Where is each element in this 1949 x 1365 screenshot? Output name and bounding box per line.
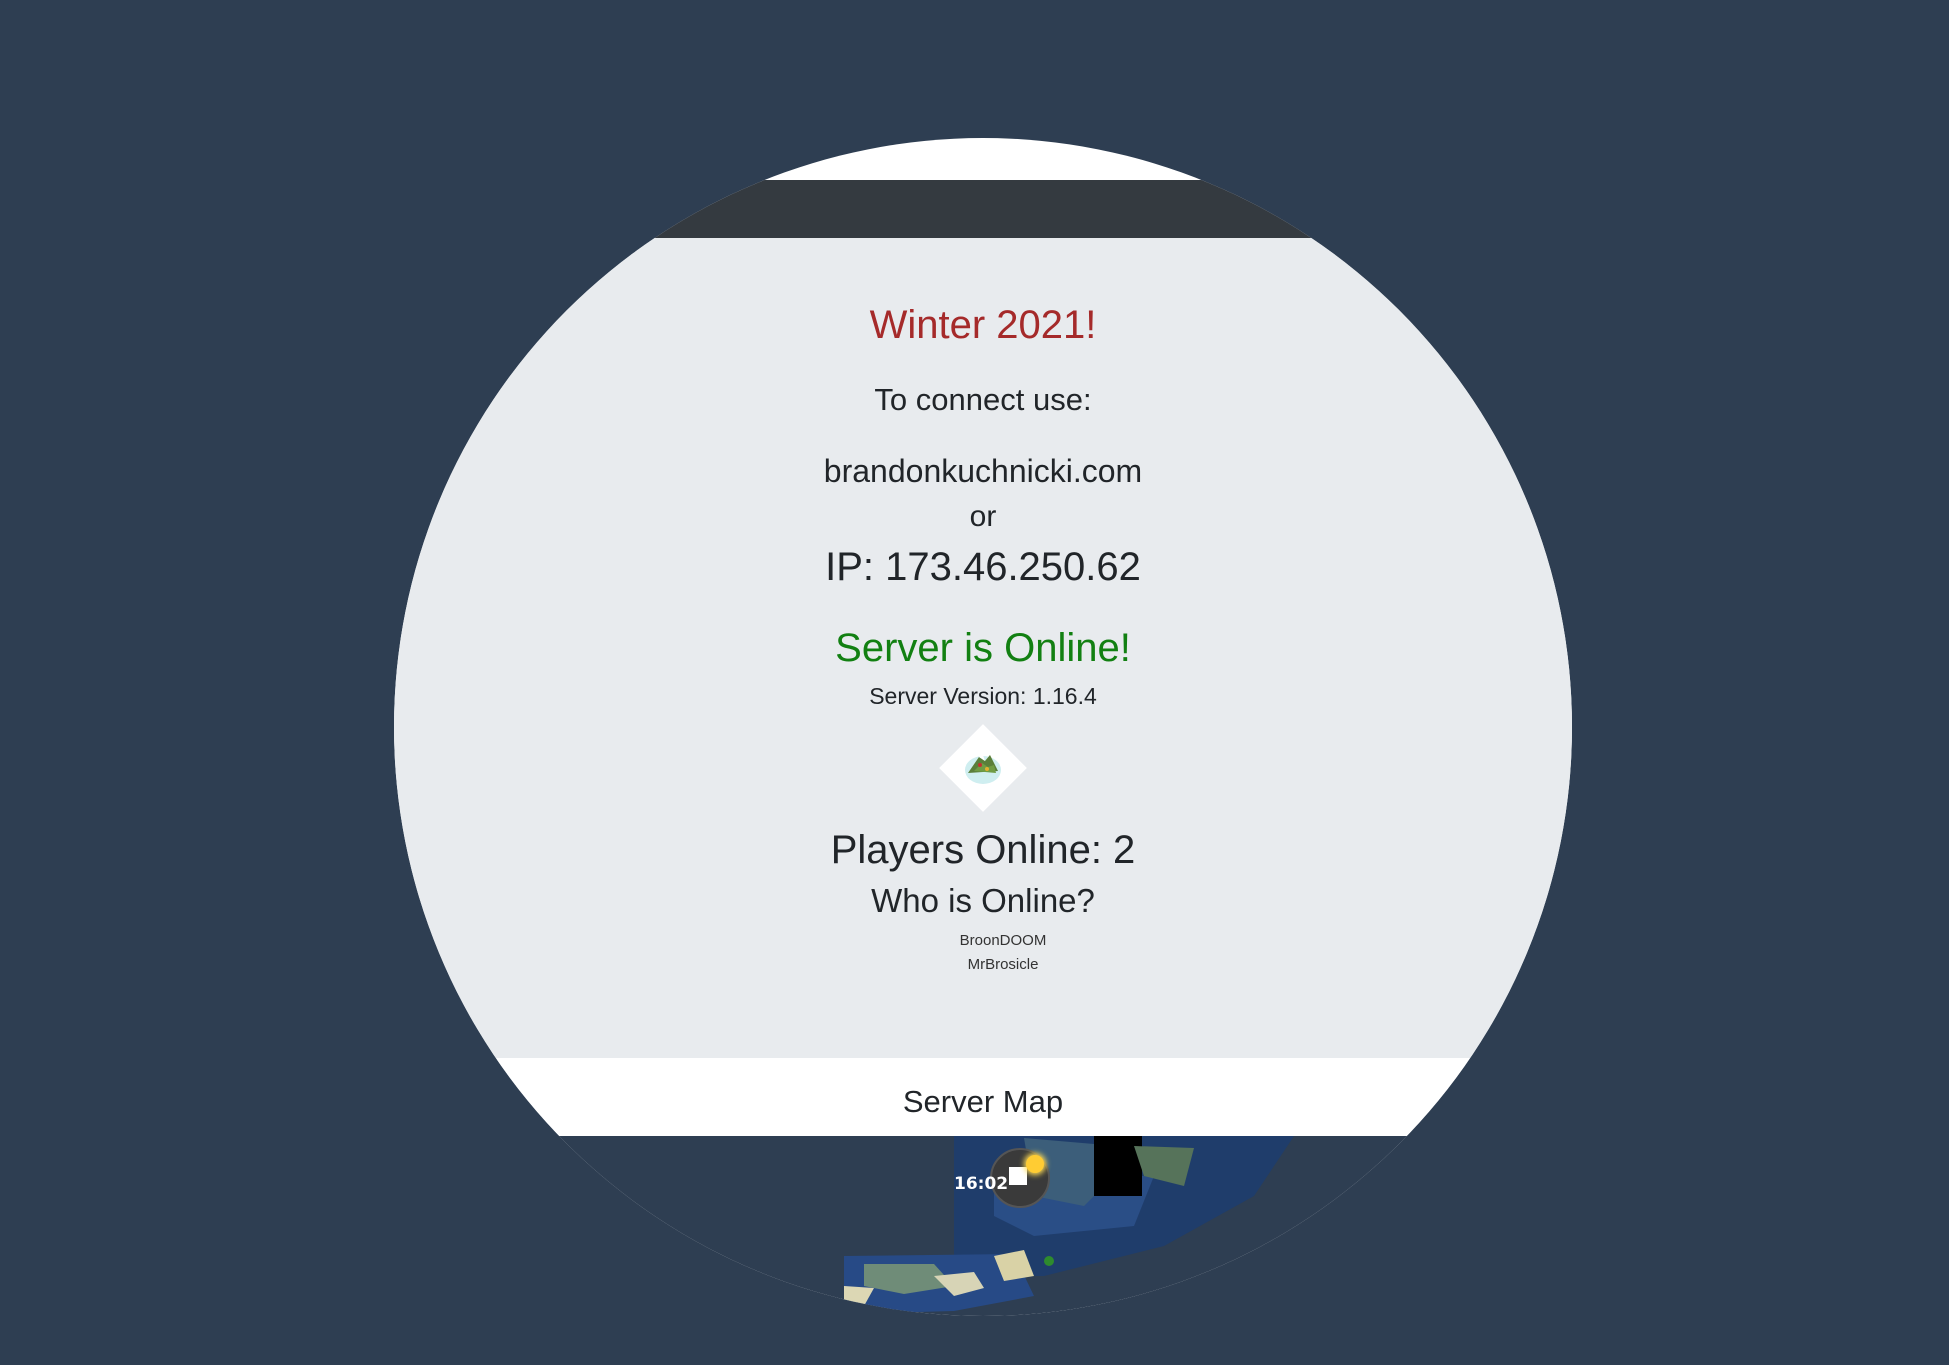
server-ip: IP: 173.46.250.62 [825,545,1141,589]
server-domain: brandonkuchnicki.com [823,453,1143,489]
who-online-heading: Who is Online? [871,882,1095,919]
server-icon-graphic [965,752,1001,784]
top-navbar [394,180,1572,238]
connect-label: To connect use: [874,382,1092,417]
players-online-count: Players Online: 2 [830,828,1136,872]
server-version: Server Version: 1.16.4 [869,683,1097,709]
player-name: MrBrosicle [967,956,1039,973]
page-stage: Winter 2021! To connect use: brandonkuch… [0,0,1949,1365]
map-time: 16:02 [954,1174,1009,1194]
sun-icon [1026,1155,1044,1173]
world-map[interactable] [394,1136,1572,1316]
or-separator: or [969,500,997,533]
clock-face-icon [1009,1167,1027,1185]
player-name: BroonDOOM [959,932,1047,949]
map-title: Server Map [902,1084,1064,1119]
page-title: Winter 2021! [869,303,1097,347]
circular-viewport: Winter 2021! To connect use: brandonkuch… [394,138,1572,1316]
server-status: Server is Online! [835,626,1131,670]
